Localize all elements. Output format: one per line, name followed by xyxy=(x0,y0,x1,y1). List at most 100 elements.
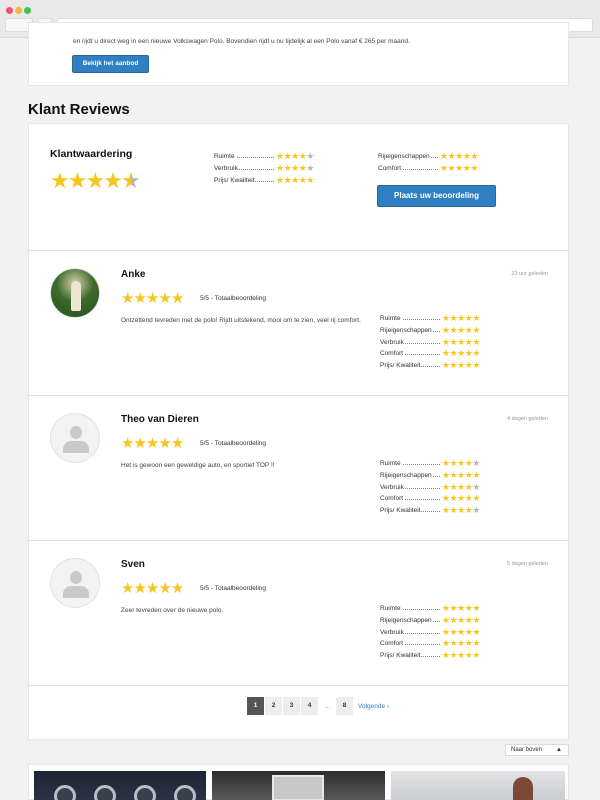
star-empty-icon: ★ xyxy=(472,481,480,492)
criteria-stars: ★★★★★ xyxy=(442,651,480,660)
star-filled-icon: ★ xyxy=(472,325,480,336)
star-filled-icon: ★ xyxy=(457,505,465,516)
criteria-label: Comfort xyxy=(378,165,440,173)
criteria-stars: ★★★★★ xyxy=(442,626,480,637)
criteria-label: Comfort xyxy=(380,350,442,358)
related-content-strip xyxy=(28,764,569,800)
criteria-stars: ★★★★★ xyxy=(442,616,480,625)
star-filled-icon: ★ xyxy=(440,151,448,162)
maximize-window-icon[interactable] xyxy=(24,7,31,14)
page-link-2[interactable]: 2 xyxy=(265,697,282,715)
page-link-1[interactable]: 1 xyxy=(247,697,264,715)
back-to-top-button[interactable]: Naar boven ▲ xyxy=(505,744,569,756)
star-filled-icon: ★ xyxy=(103,168,123,193)
star-filled-icon: ★ xyxy=(50,168,70,193)
criteria-row: Verbruik ★★★★★ xyxy=(380,336,480,348)
page-ellipsis: ... xyxy=(324,702,331,710)
criteria-label-text: Verbruik xyxy=(380,338,405,346)
star-filled-icon: ★ xyxy=(442,505,450,516)
star-filled-icon: ★ xyxy=(472,360,480,371)
star-filled-icon: ★ xyxy=(170,290,185,307)
criteria-label: Rijeigenschappen xyxy=(380,327,442,335)
criteria-label: Rijeigenschappen xyxy=(380,617,442,625)
criteria-label-text: Comfort xyxy=(378,165,403,173)
star-filled-icon: ★ xyxy=(457,626,465,637)
promo-text: en rijdt u direct weg in een nieuwe Volk… xyxy=(73,38,410,45)
criteria-label-text: Ruimte xyxy=(214,153,236,161)
star-filled-icon: ★ xyxy=(457,325,465,336)
review-stars: ★★★★★ xyxy=(121,435,185,452)
criteria-row: Ruimte ★★★★★ xyxy=(380,603,480,615)
star-filled-icon: ★ xyxy=(457,481,465,492)
criteria-label: Verbruik xyxy=(380,628,442,636)
criteria-label-text: Verbruik xyxy=(380,628,405,636)
criteria-label: Prijs/ Kwaliteit xyxy=(214,176,276,184)
write-review-button[interactable]: Plaats uw beoordeling xyxy=(377,185,496,207)
review-time: 5 dagen geleden xyxy=(507,561,548,567)
divider xyxy=(29,685,568,686)
review-time: 23 uur geleden xyxy=(511,271,548,277)
criteria-label-text: Ruimte xyxy=(380,460,402,468)
star-filled-icon: ★ xyxy=(442,470,450,481)
customer-image[interactable] xyxy=(391,771,565,800)
star-filled-icon: ★ xyxy=(158,435,172,452)
next-page-link[interactable]: Volgende › xyxy=(358,703,389,710)
criteria-row: Verbruik ★★★★★ xyxy=(380,626,480,638)
criteria-label: Ruimte xyxy=(380,315,442,323)
review-text: Zeer tevreden over de nieuwe polo. xyxy=(121,607,224,614)
star-filled-icon: ★ xyxy=(457,360,465,371)
star-filled-icon: ★ xyxy=(442,493,450,504)
star-filled-icon: ★ xyxy=(442,325,450,336)
criteria-label-text: Rijeigenschappen xyxy=(380,617,433,625)
view-offer-button[interactable]: Bekijk het aanbod xyxy=(72,55,149,73)
page-link-3[interactable]: 3 xyxy=(283,697,300,715)
criteria-stars: ★★★★★ xyxy=(276,152,314,161)
star-filled-icon: ★ xyxy=(472,336,480,347)
star-filled-icon: ★ xyxy=(440,163,448,174)
criteria-stars: ★★★★★ xyxy=(442,494,480,503)
star-filled-icon: ★ xyxy=(457,458,465,469)
criteria-label: Ruimte xyxy=(214,153,276,161)
star-filled-icon: ★ xyxy=(306,174,314,185)
reviewer-name: Sven xyxy=(121,559,145,570)
criteria-stars: ★★★★★ xyxy=(442,481,480,492)
page-link-last[interactable]: 8 xyxy=(336,697,353,715)
star-filled-icon: ★ xyxy=(457,313,465,324)
criteria-label-text: Comfort xyxy=(380,640,405,648)
criteria-row: Verbruik ★★★★★ xyxy=(380,481,480,493)
criteria-row: Prijs/ Kwaliteit ★★★★★ xyxy=(380,360,480,372)
promo-card: en rijdt u direct weg in een nieuwe Volk… xyxy=(28,22,569,86)
star-filled-icon: ★ xyxy=(472,638,480,649)
criteria-stars: ★★★★★ xyxy=(442,604,480,613)
star-filled-icon: ★ xyxy=(442,615,450,626)
criteria-label-text: Prijs/ Kwaliteit xyxy=(214,176,256,184)
criteria-label: Comfort xyxy=(380,495,442,503)
reviews-card: Klantwaardering ★★★★★ Ruimte ★★★★★ Verbrui… xyxy=(28,123,569,740)
criteria-row: Prijs/ Kwaliteit ★★★★★ xyxy=(380,505,480,517)
review-time: 4 dagen geleden xyxy=(507,416,548,422)
review-item: Sven 5 dagen geleden ★★★★★ 5/5 - Totaalb… xyxy=(29,541,568,686)
star-filled-icon: ★ xyxy=(442,336,450,347)
close-window-icon[interactable] xyxy=(6,7,13,14)
infotainment-image[interactable] xyxy=(212,771,385,800)
criteria-row: Comfort ★★★★★ xyxy=(378,163,478,175)
star-filled-icon: ★ xyxy=(472,650,480,661)
criteria-row: Ruimte ★★★★★ xyxy=(214,151,314,163)
star-filled-icon: ★ xyxy=(276,151,284,162)
criteria-label: Ruimte xyxy=(380,460,442,468)
page-link-4[interactable]: 4 xyxy=(301,697,318,715)
star-empty-icon: ★ xyxy=(306,151,314,162)
review-item: Anke 23 uur geleden ★★★★★ 5/5 - Totaalbe… xyxy=(29,251,568,396)
criteria-label-text: Prijs/ Kwaliteit xyxy=(380,507,422,515)
criteria-label: Prijs/ Kwaliteit xyxy=(380,507,442,515)
star-empty-icon: ★ xyxy=(306,163,314,174)
minimize-window-icon[interactable] xyxy=(15,7,22,14)
wheels-image[interactable] xyxy=(34,771,206,800)
star-filled-icon: ★ xyxy=(291,151,299,162)
star-filled-icon: ★ xyxy=(291,163,299,174)
reviewer-name: Anke xyxy=(121,269,146,280)
criteria-label-text: Comfort xyxy=(380,495,405,503)
star-filled-icon: ★ xyxy=(442,313,450,324)
criteria-stars: ★★★★★ xyxy=(276,174,314,185)
star-filled-icon: ★ xyxy=(170,435,185,452)
